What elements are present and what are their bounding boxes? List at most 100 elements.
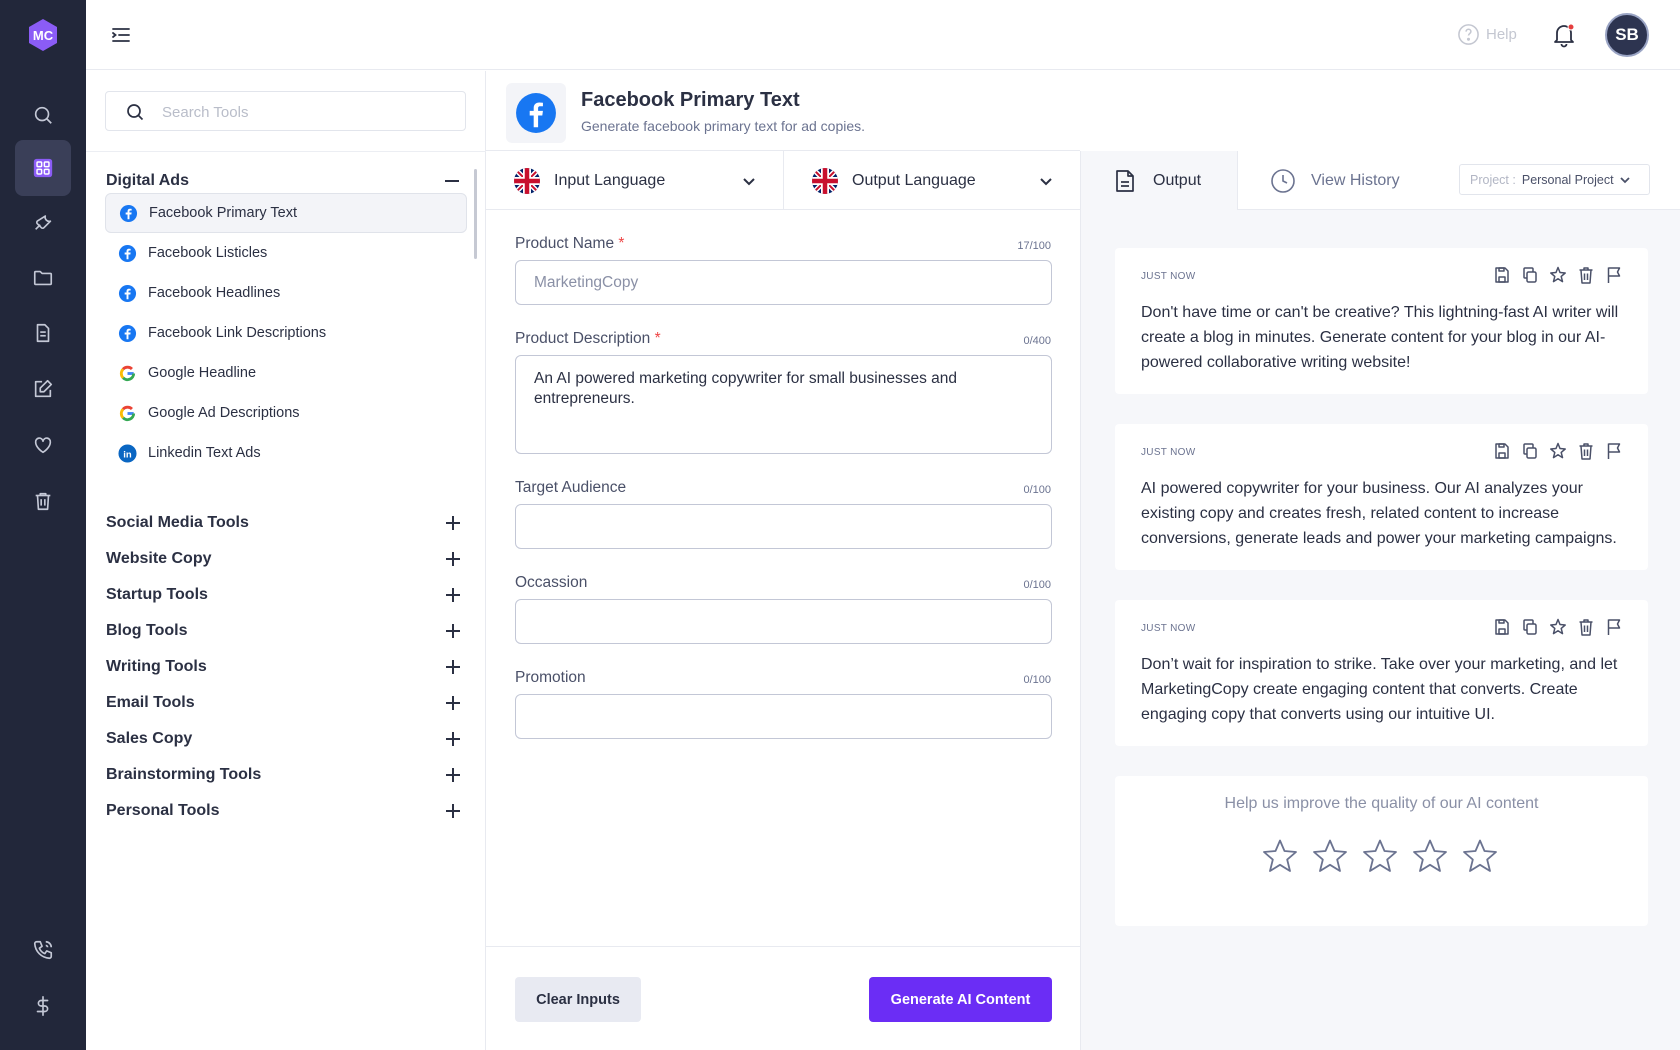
star-icon[interactable] — [1550, 442, 1566, 460]
category-startup-tools[interactable]: Startup Tools — [106, 586, 461, 604]
save-icon[interactable] — [1494, 442, 1510, 460]
category-personal-tools[interactable]: Personal Tools — [106, 802, 461, 820]
star-icon[interactable] — [1550, 618, 1566, 636]
rail-folder-button[interactable] — [15, 250, 71, 306]
trash-icon[interactable] — [1578, 266, 1594, 284]
rail-favorites-button[interactable] — [15, 417, 71, 473]
promotion-input[interactable] — [515, 694, 1052, 739]
folder-icon — [33, 270, 53, 286]
trash-icon[interactable] — [1578, 442, 1594, 460]
menu-toggle-icon[interactable] — [110, 25, 132, 45]
copy-icon[interactable] — [1522, 618, 1538, 636]
tool-item-facebook-primary-text[interactable]: Facebook Primary Text — [105, 193, 467, 233]
flag-icon[interactable] — [1606, 618, 1622, 636]
save-icon[interactable] — [1494, 618, 1510, 636]
project-key: Project : — [1470, 172, 1516, 187]
app-logo[interactable]: MC — [26, 18, 60, 52]
expand-icon[interactable] — [446, 696, 460, 710]
trash-icon[interactable] — [1578, 618, 1594, 636]
output-language-label: Output Language — [852, 171, 976, 189]
help-button[interactable]: Help — [1457, 23, 1517, 46]
category-social-media-tools[interactable]: Social Media Tools — [106, 514, 461, 532]
rail-support-button[interactable] — [15, 922, 71, 978]
project-select[interactable]: Project : Personal Project — [1459, 164, 1650, 195]
rail-wrench-button[interactable] — [15, 194, 71, 250]
occassion-input[interactable] — [515, 599, 1052, 644]
rating-star-icon[interactable] — [1462, 838, 1498, 874]
save-icon[interactable] — [1494, 266, 1510, 284]
rail-edit-button[interactable] — [15, 361, 71, 417]
clear-inputs-button[interactable]: Clear Inputs — [515, 977, 641, 1022]
tool-subtitle: Generate facebook primary text for ad co… — [581, 118, 866, 134]
flag-icon[interactable] — [1606, 266, 1622, 284]
linkedin-icon: in — [118, 443, 137, 463]
tool-item-facebook-link-descriptions[interactable]: Facebook Link Descriptions — [105, 313, 467, 353]
collapse-icon[interactable] — [445, 180, 459, 182]
category-writing-tools[interactable]: Writing Tools — [106, 658, 461, 676]
tool-item-linkedin-text-ads[interactable]: in Linkedin Text Ads — [105, 433, 467, 473]
target-audience-input[interactable] — [515, 504, 1052, 549]
category-blog-tools[interactable]: Blog Tools — [106, 622, 461, 640]
notification-bell-icon[interactable] — [1551, 22, 1577, 48]
help-icon — [1458, 24, 1479, 45]
rating-star-icon[interactable] — [1412, 838, 1448, 874]
category-email-tools[interactable]: Email Tools — [106, 694, 461, 712]
generate-ai-content-button[interactable]: Generate AI Content — [869, 977, 1052, 1022]
category-label: Personal Tools — [106, 802, 220, 819]
grid-icon — [33, 158, 53, 178]
help-label: Help — [1486, 26, 1517, 43]
chevron-down-icon — [1040, 178, 1052, 186]
expand-icon[interactable] — [446, 732, 460, 746]
copy-icon[interactable] — [1522, 442, 1538, 460]
output-language-select[interactable]: Output Language — [783, 151, 1080, 210]
category-digital-ads[interactable]: Digital Ads — [106, 172, 461, 190]
tool-item-facebook-listicles[interactable]: Facebook Listicles — [105, 233, 467, 273]
expand-icon[interactable] — [446, 588, 460, 602]
star-icon[interactable] — [1550, 266, 1566, 284]
input-language-select[interactable]: Input Language — [486, 151, 783, 210]
rating-star-icon[interactable] — [1312, 838, 1348, 874]
rail-trash-button[interactable] — [15, 473, 71, 529]
category-website-copy[interactable]: Website Copy — [106, 550, 461, 568]
rating-stars — [1262, 838, 1498, 874]
expand-icon[interactable] — [446, 552, 460, 566]
category-brainstorming-tools[interactable]: Brainstorming Tools — [106, 766, 461, 784]
input-language-label: Input Language — [554, 171, 666, 189]
top-bar: Help SB — [86, 0, 1680, 70]
tool-item-google-headline[interactable]: Google Headline — [105, 353, 467, 393]
rail-billing-button[interactable] — [15, 978, 71, 1034]
category-label: Digital Ads — [106, 172, 189, 189]
expand-icon[interactable] — [446, 804, 460, 818]
result-time: JUST NOW — [1141, 271, 1196, 282]
result-actions — [1494, 442, 1622, 460]
tool-item-facebook-headlines[interactable]: Facebook Headlines — [105, 273, 467, 313]
category-label: Social Media Tools — [106, 514, 249, 531]
user-avatar[interactable]: SB — [1605, 13, 1649, 57]
expand-icon[interactable] — [446, 660, 460, 674]
uk-flag-icon — [812, 167, 838, 194]
sidebar-scrollbar[interactable] — [474, 169, 477, 259]
copy-icon[interactable] — [1522, 266, 1538, 284]
dollar-icon — [36, 996, 49, 1016]
tab-output[interactable]: Output — [1081, 151, 1238, 210]
google-icon — [119, 405, 136, 421]
expand-icon[interactable] — [446, 768, 460, 782]
expand-icon[interactable] — [446, 516, 460, 530]
search-tools-input[interactable] — [162, 100, 452, 124]
tool-item-google-ad-descriptions[interactable]: Google Ad Descriptions — [105, 393, 467, 433]
target-audience-label: Target Audience — [515, 479, 627, 496]
rating-star-icon[interactable] — [1262, 838, 1298, 874]
flag-icon[interactable] — [1606, 442, 1622, 460]
expand-icon[interactable] — [446, 624, 460, 638]
rating-star-icon[interactable] — [1362, 838, 1398, 874]
rail-search-button[interactable] — [15, 87, 71, 143]
category-sales-copy[interactable]: Sales Copy — [106, 730, 461, 748]
clock-icon — [1271, 168, 1295, 193]
rail-tools-button[interactable] — [15, 140, 71, 196]
rail-documents-button[interactable] — [15, 305, 71, 361]
tab-view-history[interactable]: View History — [1238, 151, 1438, 210]
product-description-counter: 0/400 — [1023, 335, 1051, 347]
product-name-input[interactable]: MarketingCopy — [515, 260, 1052, 305]
sidebar-divider — [86, 151, 486, 152]
product-description-textarea[interactable]: An AI powered marketing copywriter for s… — [515, 355, 1052, 454]
